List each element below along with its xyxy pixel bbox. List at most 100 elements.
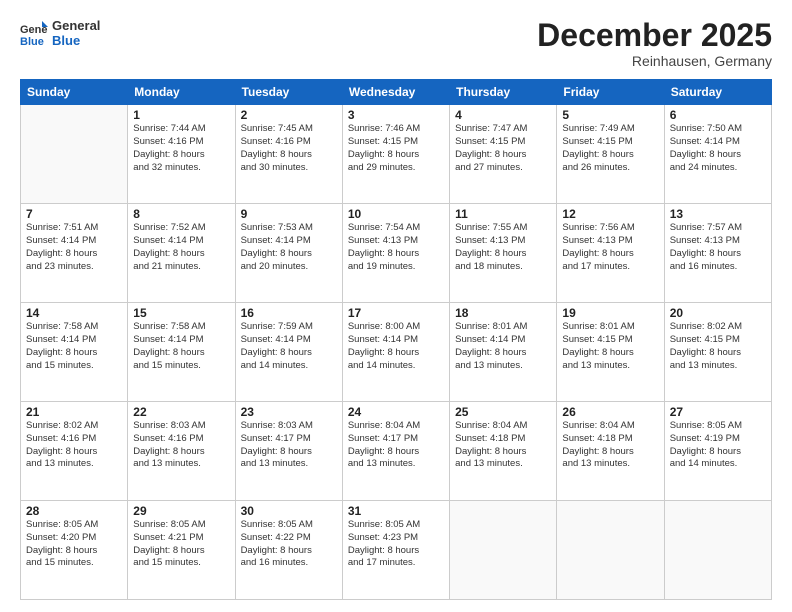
day-info: Sunrise: 8:03 AM Sunset: 4:16 PM Dayligh…: [133, 420, 229, 471]
day-number: 21: [26, 405, 122, 419]
week-row-1: 1Sunrise: 7:44 AM Sunset: 4:16 PM Daylig…: [21, 105, 772, 204]
day-number: 10: [348, 207, 444, 221]
day-info: Sunrise: 7:59 AM Sunset: 4:14 PM Dayligh…: [241, 321, 337, 372]
day-number: 4: [455, 108, 551, 122]
day-info: Sunrise: 8:05 AM Sunset: 4:22 PM Dayligh…: [241, 519, 337, 570]
day-cell: 10Sunrise: 7:54 AM Sunset: 4:13 PM Dayli…: [342, 204, 449, 303]
day-info: Sunrise: 8:02 AM Sunset: 4:15 PM Dayligh…: [670, 321, 766, 372]
weekday-header-wednesday: Wednesday: [342, 80, 449, 105]
day-cell: 24Sunrise: 8:04 AM Sunset: 4:17 PM Dayli…: [342, 402, 449, 501]
day-number: 27: [670, 405, 766, 419]
day-cell: 8Sunrise: 7:52 AM Sunset: 4:14 PM Daylig…: [128, 204, 235, 303]
month-title: December 2025: [537, 18, 772, 53]
day-cell: [557, 501, 664, 600]
day-cell: 12Sunrise: 7:56 AM Sunset: 4:13 PM Dayli…: [557, 204, 664, 303]
day-cell: 22Sunrise: 8:03 AM Sunset: 4:16 PM Dayli…: [128, 402, 235, 501]
weekday-header-row: SundayMondayTuesdayWednesdayThursdayFrid…: [21, 80, 772, 105]
day-info: Sunrise: 7:49 AM Sunset: 4:15 PM Dayligh…: [562, 123, 658, 174]
day-cell: 20Sunrise: 8:02 AM Sunset: 4:15 PM Dayli…: [664, 303, 771, 402]
day-number: 8: [133, 207, 229, 221]
logo-general-text: General: [52, 18, 100, 33]
day-info: Sunrise: 7:45 AM Sunset: 4:16 PM Dayligh…: [241, 123, 337, 174]
day-info: Sunrise: 7:52 AM Sunset: 4:14 PM Dayligh…: [133, 222, 229, 273]
day-info: Sunrise: 7:57 AM Sunset: 4:13 PM Dayligh…: [670, 222, 766, 273]
day-cell: [664, 501, 771, 600]
week-row-2: 7Sunrise: 7:51 AM Sunset: 4:14 PM Daylig…: [21, 204, 772, 303]
day-info: Sunrise: 7:58 AM Sunset: 4:14 PM Dayligh…: [133, 321, 229, 372]
day-cell: 1Sunrise: 7:44 AM Sunset: 4:16 PM Daylig…: [128, 105, 235, 204]
day-info: Sunrise: 8:05 AM Sunset: 4:20 PM Dayligh…: [26, 519, 122, 570]
day-cell: 27Sunrise: 8:05 AM Sunset: 4:19 PM Dayli…: [664, 402, 771, 501]
day-info: Sunrise: 8:04 AM Sunset: 4:18 PM Dayligh…: [455, 420, 551, 471]
day-cell: 4Sunrise: 7:47 AM Sunset: 4:15 PM Daylig…: [450, 105, 557, 204]
day-number: 20: [670, 306, 766, 320]
day-cell: 16Sunrise: 7:59 AM Sunset: 4:14 PM Dayli…: [235, 303, 342, 402]
day-cell: 9Sunrise: 7:53 AM Sunset: 4:14 PM Daylig…: [235, 204, 342, 303]
day-info: Sunrise: 8:02 AM Sunset: 4:16 PM Dayligh…: [26, 420, 122, 471]
day-cell: [21, 105, 128, 204]
day-info: Sunrise: 8:04 AM Sunset: 4:18 PM Dayligh…: [562, 420, 658, 471]
day-number: 17: [348, 306, 444, 320]
day-info: Sunrise: 7:53 AM Sunset: 4:14 PM Dayligh…: [241, 222, 337, 273]
weekday-header-thursday: Thursday: [450, 80, 557, 105]
day-number: 25: [455, 405, 551, 419]
day-number: 1: [133, 108, 229, 122]
day-cell: 7Sunrise: 7:51 AM Sunset: 4:14 PM Daylig…: [21, 204, 128, 303]
day-cell: 13Sunrise: 7:57 AM Sunset: 4:13 PM Dayli…: [664, 204, 771, 303]
day-cell: 3Sunrise: 7:46 AM Sunset: 4:15 PM Daylig…: [342, 105, 449, 204]
day-info: Sunrise: 7:51 AM Sunset: 4:14 PM Dayligh…: [26, 222, 122, 273]
header: General Blue General Blue December 2025 …: [20, 18, 772, 69]
day-number: 22: [133, 405, 229, 419]
day-cell: 29Sunrise: 8:05 AM Sunset: 4:21 PM Dayli…: [128, 501, 235, 600]
day-cell: [450, 501, 557, 600]
logo-icon: General Blue: [20, 19, 48, 47]
day-number: 28: [26, 504, 122, 518]
day-number: 31: [348, 504, 444, 518]
day-cell: 15Sunrise: 7:58 AM Sunset: 4:14 PM Dayli…: [128, 303, 235, 402]
day-info: Sunrise: 8:01 AM Sunset: 4:14 PM Dayligh…: [455, 321, 551, 372]
day-cell: 25Sunrise: 8:04 AM Sunset: 4:18 PM Dayli…: [450, 402, 557, 501]
day-cell: 21Sunrise: 8:02 AM Sunset: 4:16 PM Dayli…: [21, 402, 128, 501]
day-number: 23: [241, 405, 337, 419]
day-number: 29: [133, 504, 229, 518]
day-number: 15: [133, 306, 229, 320]
day-info: Sunrise: 8:03 AM Sunset: 4:17 PM Dayligh…: [241, 420, 337, 471]
day-info: Sunrise: 7:50 AM Sunset: 4:14 PM Dayligh…: [670, 123, 766, 174]
day-number: 2: [241, 108, 337, 122]
weekday-header-tuesday: Tuesday: [235, 80, 342, 105]
day-number: 13: [670, 207, 766, 221]
svg-text:Blue: Blue: [20, 36, 44, 47]
day-number: 18: [455, 306, 551, 320]
week-row-4: 21Sunrise: 8:02 AM Sunset: 4:16 PM Dayli…: [21, 402, 772, 501]
day-cell: 17Sunrise: 8:00 AM Sunset: 4:14 PM Dayli…: [342, 303, 449, 402]
weekday-header-monday: Monday: [128, 80, 235, 105]
location: Reinhausen, Germany: [537, 53, 772, 69]
weekday-header-saturday: Saturday: [664, 80, 771, 105]
day-number: 7: [26, 207, 122, 221]
day-info: Sunrise: 8:05 AM Sunset: 4:23 PM Dayligh…: [348, 519, 444, 570]
logo: General Blue General Blue: [20, 18, 100, 48]
day-number: 24: [348, 405, 444, 419]
day-cell: 14Sunrise: 7:58 AM Sunset: 4:14 PM Dayli…: [21, 303, 128, 402]
day-info: Sunrise: 7:55 AM Sunset: 4:13 PM Dayligh…: [455, 222, 551, 273]
day-number: 9: [241, 207, 337, 221]
day-info: Sunrise: 7:56 AM Sunset: 4:13 PM Dayligh…: [562, 222, 658, 273]
day-info: Sunrise: 7:44 AM Sunset: 4:16 PM Dayligh…: [133, 123, 229, 174]
day-cell: 23Sunrise: 8:03 AM Sunset: 4:17 PM Dayli…: [235, 402, 342, 501]
day-cell: 2Sunrise: 7:45 AM Sunset: 4:16 PM Daylig…: [235, 105, 342, 204]
day-number: 5: [562, 108, 658, 122]
day-info: Sunrise: 8:00 AM Sunset: 4:14 PM Dayligh…: [348, 321, 444, 372]
weekday-header-sunday: Sunday: [21, 80, 128, 105]
day-info: Sunrise: 7:47 AM Sunset: 4:15 PM Dayligh…: [455, 123, 551, 174]
day-cell: 18Sunrise: 8:01 AM Sunset: 4:14 PM Dayli…: [450, 303, 557, 402]
title-block: December 2025 Reinhausen, Germany: [537, 18, 772, 69]
day-info: Sunrise: 8:05 AM Sunset: 4:21 PM Dayligh…: [133, 519, 229, 570]
day-cell: 11Sunrise: 7:55 AM Sunset: 4:13 PM Dayli…: [450, 204, 557, 303]
day-info: Sunrise: 8:05 AM Sunset: 4:19 PM Dayligh…: [670, 420, 766, 471]
day-info: Sunrise: 8:01 AM Sunset: 4:15 PM Dayligh…: [562, 321, 658, 372]
logo-blue-text: Blue: [52, 33, 100, 48]
day-number: 6: [670, 108, 766, 122]
day-number: 19: [562, 306, 658, 320]
day-number: 14: [26, 306, 122, 320]
day-info: Sunrise: 7:58 AM Sunset: 4:14 PM Dayligh…: [26, 321, 122, 372]
